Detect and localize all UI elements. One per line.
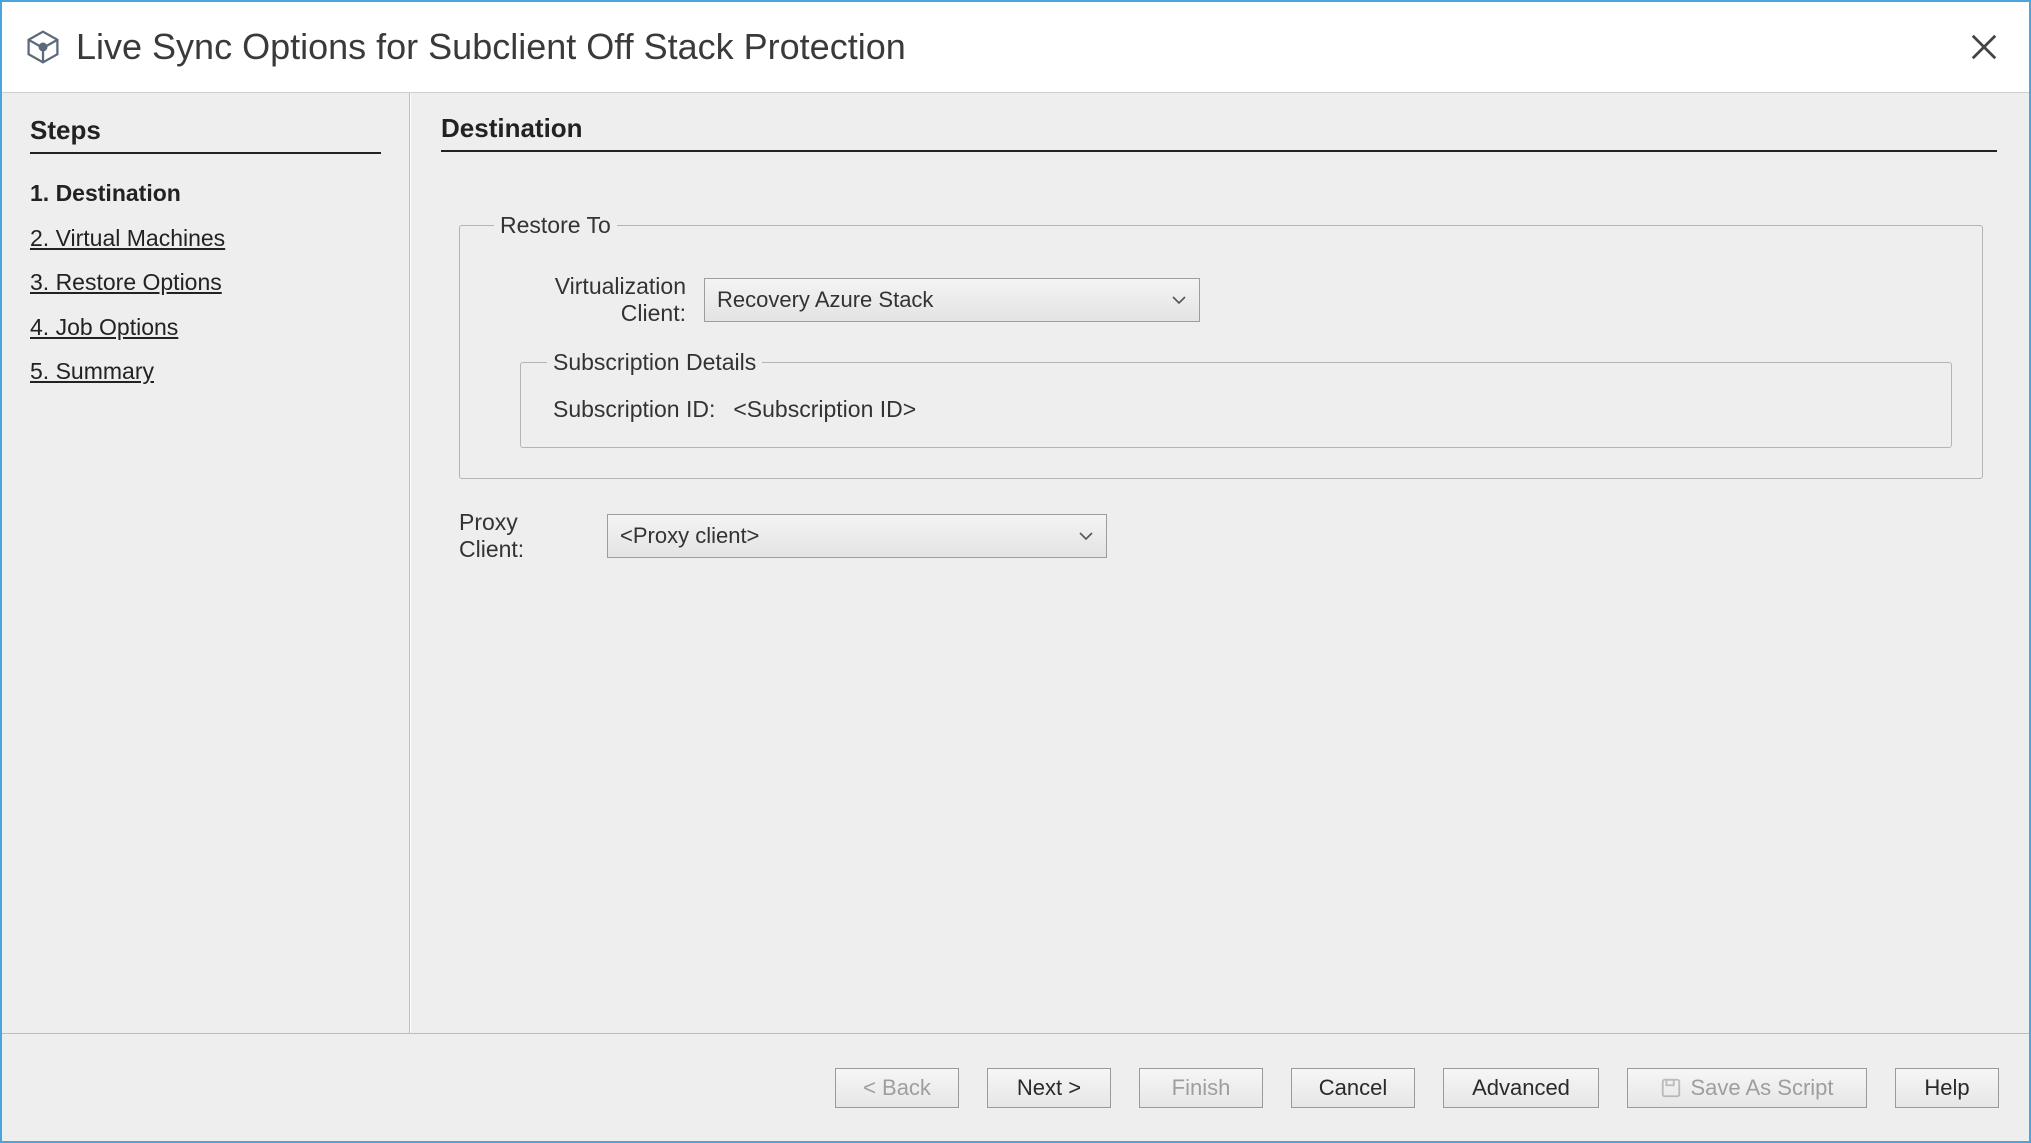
- proxy-client-label: Proxy Client:: [459, 509, 589, 563]
- proxy-client-value: <Proxy client>: [620, 523, 759, 549]
- advanced-button[interactable]: Advanced: [1443, 1068, 1599, 1108]
- save-as-script-label: Save As Script: [1690, 1075, 1833, 1101]
- virtualization-client-select[interactable]: Recovery Azure Stack: [704, 278, 1200, 322]
- window-title: Live Sync Options for Subclient Off Stac…: [76, 26, 906, 68]
- step-restore-options[interactable]: 3. Restore Options: [30, 265, 222, 300]
- main-heading: Destination: [441, 113, 1997, 152]
- steps-sidebar: Steps 1. Destination 2. Virtual Machines…: [2, 93, 410, 1033]
- steps-heading: Steps: [30, 115, 381, 154]
- next-button[interactable]: Next >: [987, 1068, 1111, 1108]
- main-panel: Destination Restore To Virtualization Cl…: [410, 93, 2029, 1033]
- restore-to-group: Restore To Virtualization Client: Recove…: [459, 212, 1983, 479]
- subscription-id-label: Subscription ID:: [553, 396, 715, 423]
- dialog-window: Live Sync Options for Subclient Off Stac…: [0, 0, 2031, 1143]
- close-button[interactable]: [1959, 22, 2009, 72]
- restore-to-legend: Restore To: [494, 212, 617, 239]
- proxy-client-row: Proxy Client: <Proxy client>: [459, 509, 1997, 563]
- step-destination[interactable]: 1. Destination: [30, 176, 381, 211]
- step-job-options[interactable]: 4. Job Options: [30, 310, 178, 345]
- step-virtual-machines[interactable]: 2. Virtual Machines: [30, 221, 225, 256]
- title-bar: Live Sync Options for Subclient Off Stac…: [2, 2, 2029, 92]
- title-left: Live Sync Options for Subclient Off Stac…: [24, 26, 906, 68]
- proxy-client-select[interactable]: <Proxy client>: [607, 514, 1107, 558]
- help-button[interactable]: Help: [1895, 1068, 1999, 1108]
- chevron-down-icon: [1169, 290, 1189, 310]
- back-button[interactable]: < Back: [835, 1068, 959, 1108]
- subscription-id-value: <Subscription ID>: [733, 396, 916, 423]
- virtualization-client-row: Virtualization Client: Recovery Azure St…: [490, 273, 1952, 327]
- chevron-down-icon: [1076, 526, 1096, 546]
- cancel-button[interactable]: Cancel: [1291, 1068, 1415, 1108]
- virtualization-client-label: Virtualization Client:: [490, 273, 686, 327]
- step-summary[interactable]: 5. Summary: [30, 354, 154, 389]
- save-as-script-button[interactable]: Save As Script: [1627, 1068, 1867, 1108]
- virtualization-client-value: Recovery Azure Stack: [717, 287, 933, 313]
- body-area: Steps 1. Destination 2. Virtual Machines…: [2, 92, 2029, 1033]
- app-icon: [24, 28, 62, 66]
- subscription-details-legend: Subscription Details: [547, 349, 762, 376]
- subscription-id-row: Subscription ID: <Subscription ID>: [543, 396, 1929, 423]
- finish-button[interactable]: Finish: [1139, 1068, 1263, 1108]
- subscription-details-group: Subscription Details Subscription ID: <S…: [520, 349, 1952, 448]
- save-icon: [1660, 1077, 1682, 1099]
- footer-buttons: < Back Next > Finish Cancel Advanced Sav…: [2, 1033, 2029, 1141]
